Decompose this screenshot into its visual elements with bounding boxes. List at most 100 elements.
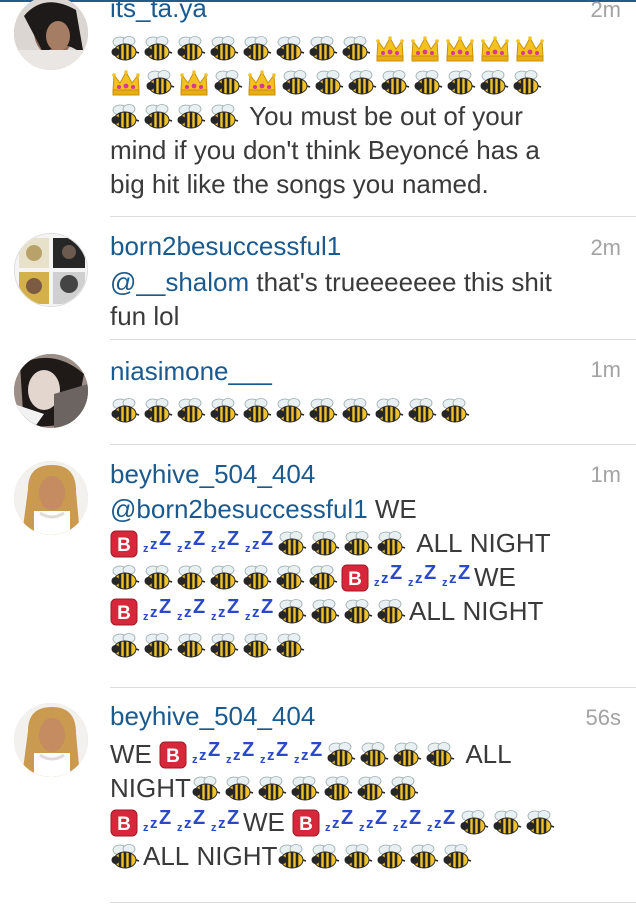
- honeybee-emoji: [374, 397, 404, 425]
- crown-emoji: [110, 69, 142, 97]
- mention-link[interactable]: @born2besuccessful1: [110, 494, 368, 524]
- svg-text:B: B: [348, 569, 362, 590]
- honeybee-emoji: [209, 35, 239, 63]
- honeybee-emoji: [277, 530, 307, 558]
- svg-text:B: B: [166, 746, 180, 767]
- svg-text:z: z: [332, 815, 340, 832]
- comment-line: BzzZzzZzzZzzZ ALL NIGHT: [110, 526, 615, 560]
- svg-text:z: z: [226, 754, 232, 765]
- comment-username[interactable]: beyhive_504_404: [110, 701, 315, 732]
- honeybee-emoji: [341, 35, 371, 63]
- svg-text:z: z: [218, 536, 226, 553]
- comment-line: [110, 628, 615, 662]
- svg-text:z: z: [252, 604, 260, 621]
- honeybee-emoji: [143, 564, 173, 592]
- svg-text:z: z: [184, 536, 192, 553]
- svg-text:z: z: [374, 577, 380, 588]
- mention-link[interactable]: @__shalom: [110, 267, 249, 297]
- honeybee-emoji: [442, 843, 472, 871]
- svg-text:Z: Z: [227, 807, 239, 829]
- honeybee-emoji: [176, 35, 206, 63]
- zzz-emoji: zzZ: [143, 596, 173, 622]
- honeybee-emoji: [356, 775, 386, 803]
- b-button-emoji: B: [159, 741, 187, 769]
- svg-text:z: z: [143, 611, 149, 622]
- comment-divider: [110, 339, 636, 340]
- honeybee-emoji: [143, 35, 173, 63]
- avatar[interactable]: [14, 0, 88, 70]
- honeybee-emoji: [343, 598, 373, 626]
- svg-text:Z: Z: [227, 528, 239, 550]
- honeybee-emoji: [359, 741, 389, 769]
- svg-text:z: z: [211, 611, 217, 622]
- comment-text-run: ALL NIGHT: [143, 841, 278, 871]
- honeybee-emoji: [347, 69, 377, 97]
- comment-time: 2m: [590, 235, 621, 260]
- crown-emoji: [246, 69, 278, 97]
- svg-text:z: z: [177, 543, 183, 554]
- honeybee-emoji: [380, 69, 410, 97]
- comment-text-run: ALL: [458, 739, 512, 769]
- comment-time: 1m: [590, 357, 621, 382]
- honeybee-emoji: [343, 843, 373, 871]
- comment-username[interactable]: born2besuccessful1: [110, 231, 341, 262]
- comment-username[interactable]: beyhive_504_404: [110, 459, 315, 490]
- honeybee-emoji: [341, 397, 371, 425]
- svg-text:Z: Z: [227, 596, 239, 618]
- svg-text:z: z: [143, 822, 149, 833]
- avatar[interactable]: [14, 233, 88, 307]
- b-button-emoji: B: [110, 809, 138, 837]
- comment-username[interactable]: niasimone___: [110, 356, 272, 387]
- svg-text:z: z: [199, 747, 207, 764]
- svg-text:Z: Z: [341, 807, 353, 829]
- comments-feed[interactable]: its_ta.ya 2m You must be out of your mind…: [0, 0, 636, 905]
- svg-text:z: z: [184, 815, 192, 832]
- zzz-emoji: zzZ: [211, 596, 241, 622]
- b-button-emoji: B: [110, 598, 138, 626]
- comment-text-run: WE: [474, 562, 516, 592]
- zzz-emoji: zzZ: [260, 739, 290, 765]
- honeybee-emoji: [110, 632, 140, 660]
- honeybee-emoji: [176, 632, 206, 660]
- honeybee-emoji: [310, 843, 340, 871]
- svg-text:Z: Z: [193, 807, 205, 829]
- comment-text: WE BzzZzzZzzZzzZ ALL NIGHT Bz z Zz z Zz z Z WE Bz…: [110, 737, 615, 873]
- zzz-emoji: zzZ: [211, 528, 241, 554]
- comment-username[interactable]: its_ta.ya: [110, 0, 207, 24]
- comment-text-run: big hit like the songs you named.: [110, 169, 489, 199]
- honeybee-emoji: [224, 775, 254, 803]
- zzz-emoji: zzZ: [427, 807, 457, 833]
- svg-text:z: z: [150, 604, 158, 621]
- svg-text:Z: Z: [208, 739, 220, 761]
- comment-line: @__shalom that's trueeeeeee this shit: [110, 265, 615, 299]
- honeybee-emoji: [110, 397, 140, 425]
- svg-text:Z: Z: [443, 807, 455, 829]
- honeybee-emoji: [143, 632, 173, 660]
- avatar[interactable]: [14, 354, 88, 428]
- b-button-emoji: B: [292, 809, 320, 837]
- zzz-emoji: zzZ: [393, 807, 423, 833]
- avatar[interactable]: [14, 703, 88, 777]
- honeybee-emoji: [209, 397, 239, 425]
- zzz-emoji: zzZ: [408, 562, 438, 588]
- comment-line: Bz z Zz z Zz z Z WE BzzZzzZzzZzzZ: [110, 805, 615, 839]
- crown-emoji: [374, 35, 406, 63]
- comment-time: 56s: [585, 705, 621, 730]
- honeybee-emoji: [277, 598, 307, 626]
- comment-line: mind if you don't think Beyoncé has a: [110, 133, 615, 167]
- honeybee-emoji: [275, 564, 305, 592]
- honeybee-emoji: [145, 69, 175, 97]
- comment-line: [110, 65, 615, 99]
- honeybee-emoji: [213, 69, 243, 97]
- comment-line: ALL NIGHT: [110, 839, 615, 873]
- svg-text:z: z: [381, 570, 389, 587]
- comment-text: [110, 393, 615, 427]
- honeybee-emoji: [176, 564, 206, 592]
- svg-text:z: z: [150, 815, 158, 832]
- honeybee-emoji: [242, 35, 272, 63]
- honeybee-emoji: [446, 69, 476, 97]
- crown-emoji: [514, 35, 546, 63]
- comment-text-run: ALL NIGHT: [409, 596, 544, 626]
- comment-text-run: WE: [243, 807, 293, 837]
- avatar[interactable]: [14, 461, 88, 535]
